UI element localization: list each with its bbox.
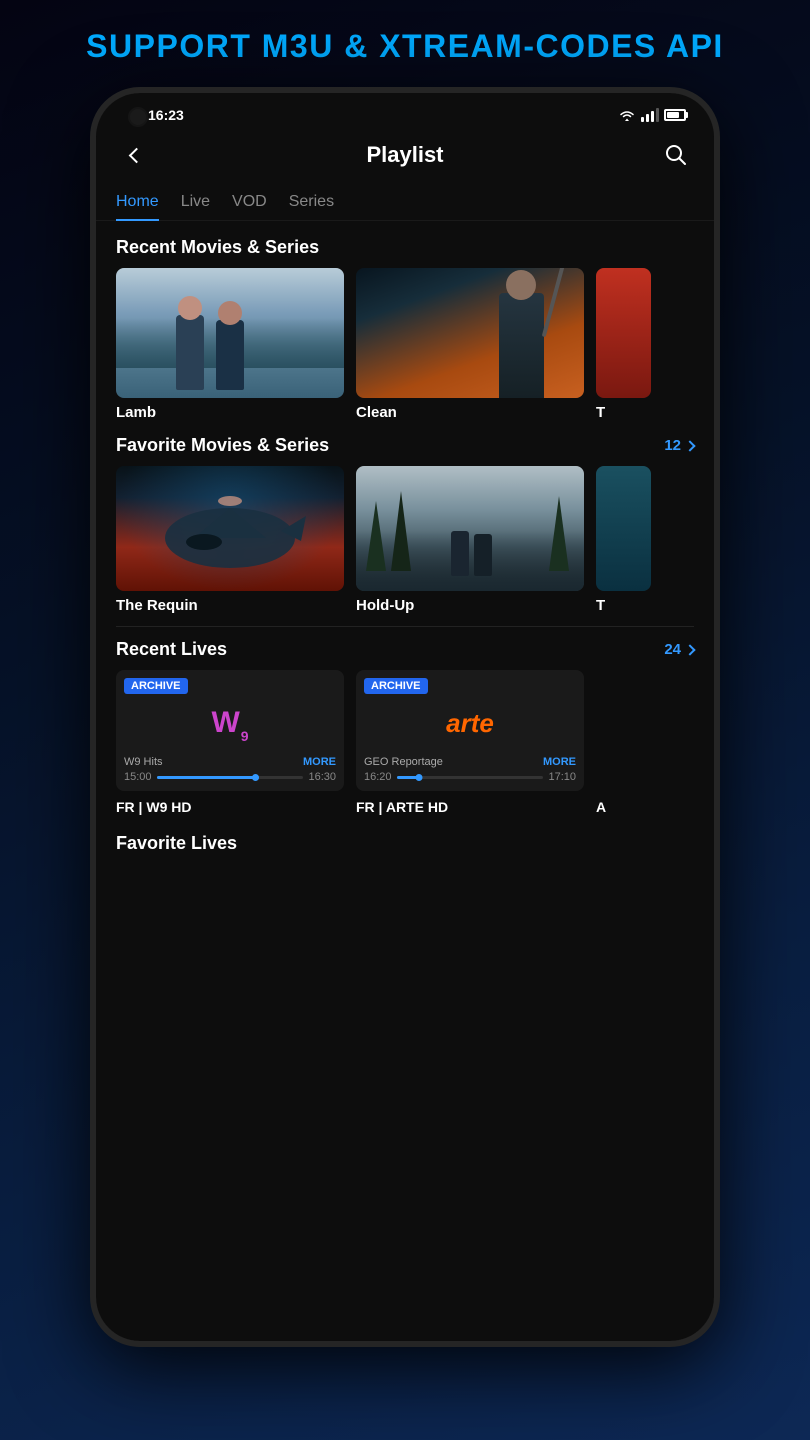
phone-mockup: 16:23 <box>90 87 720 1347</box>
arte-time-end: 17:10 <box>548 771 576 783</box>
section-recent-movies: Recent Movies & Series <box>96 221 714 421</box>
section-recent-lives: Recent Lives 24 ARCHIVE W 9 <box>96 639 714 815</box>
recent-lives-count: 24 <box>664 641 681 658</box>
tab-vod[interactable]: VOD <box>232 185 267 220</box>
recent-movies-row: Lamb Clean <box>96 268 714 421</box>
section-favorite-lives: Favorite Lives <box>96 833 714 874</box>
clean-title: Clean <box>356 404 584 421</box>
page-header-title: SUPPORT M3U & XTREAM-CODES API <box>20 28 790 65</box>
search-icon <box>665 144 687 166</box>
page-header: SUPPORT M3U & XTREAM-CODES API <box>0 0 810 87</box>
back-button[interactable] <box>116 137 152 173</box>
w9-channel-label: FR | W9 HD <box>116 799 344 815</box>
partial-channel-label: A <box>596 799 606 815</box>
recent-lives-count-link[interactable]: 24 <box>664 641 694 658</box>
section-recent-lives-title: Recent Lives <box>116 639 227 660</box>
movie-card-holdup[interactable]: Hold-Up <box>356 466 584 614</box>
arte-logo: arte <box>446 708 494 739</box>
requin-title: The Requin <box>116 597 344 614</box>
section-recent-movies-header: Recent Movies & Series <box>96 221 714 268</box>
live-channels-row: ARCHIVE W 9 W9 Hits MORE <box>96 670 714 791</box>
status-bar: 16:23 <box>96 93 714 129</box>
movie-card-clean[interactable]: Clean <box>356 268 584 421</box>
arte-archive-badge: ARCHIVE <box>364 678 428 694</box>
status-icons <box>618 108 686 122</box>
arte-progress-bar <box>397 776 544 779</box>
favorite-movies-row: The Requin <box>96 466 714 614</box>
arte-logo-area: arte <box>356 694 584 752</box>
w9-progress-bar <box>157 776 304 779</box>
tab-home[interactable]: Home <box>116 185 159 221</box>
channel-names-row: FR | W9 HD FR | ARTE HD A <box>96 791 714 815</box>
w9-more[interactable]: MORE <box>303 756 336 768</box>
favorite-count: 12 <box>664 437 681 454</box>
w9-info: W9 Hits MORE 15:00 16:30 <box>116 752 344 791</box>
nav-title: Playlist <box>366 142 443 168</box>
arte-more[interactable]: MORE <box>543 756 576 768</box>
arte-info: GEO Reportage MORE 16:20 17:10 <box>356 752 584 791</box>
section-recent-movies-title: Recent Movies & Series <box>116 237 319 257</box>
top-nav: Playlist <box>96 129 714 185</box>
search-button[interactable] <box>658 137 694 173</box>
tab-bar: Home Live VOD Series <box>96 185 714 221</box>
tab-series[interactable]: Series <box>289 185 334 220</box>
holdup-title: Hold-Up <box>356 597 584 614</box>
section-favorite-movies: Favorite Movies & Series 12 <box>96 435 714 627</box>
w9-logo: W <box>211 706 239 740</box>
lamb-thumbnail <box>116 268 344 398</box>
tab-live[interactable]: Live <box>181 185 210 220</box>
movie-card-partial-teal[interactable]: T <box>596 466 651 614</box>
partial-title: T <box>596 404 651 421</box>
w9-program: W9 Hits <box>124 756 163 768</box>
partial-teal-title: T <box>596 597 651 614</box>
section-recent-lives-header: Recent Lives 24 <box>96 639 714 670</box>
section-favorite-header: Favorite Movies & Series 12 <box>96 435 714 466</box>
w9-logo-area: W 9 <box>116 694 344 752</box>
partial-thumbnail <box>596 268 651 398</box>
movie-card-requin[interactable]: The Requin <box>116 466 344 614</box>
clean-thumbnail <box>356 268 584 398</box>
phone-screen: 16:23 <box>96 93 714 1341</box>
live-card-w9[interactable]: ARCHIVE W 9 W9 Hits MORE <box>116 670 344 791</box>
holdup-thumbnail <box>356 466 584 591</box>
chevron-right-icon <box>684 440 695 451</box>
arte-channel-label: FR | ARTE HD <box>356 799 584 815</box>
lamb-title: Lamb <box>116 404 344 421</box>
battery-icon <box>664 109 686 121</box>
movie-card-partial[interactable]: T <box>596 268 651 421</box>
app-scroll-content[interactable]: Playlist Home Live <box>96 129 714 1341</box>
section-favorite-lives-title: Favorite Lives <box>116 833 237 853</box>
favorite-count-link[interactable]: 12 <box>664 437 694 454</box>
signal-icon <box>641 108 659 122</box>
w9-archive-badge: ARCHIVE <box>124 678 188 694</box>
movie-card-lamb[interactable]: Lamb <box>116 268 344 421</box>
partial-teal-thumbnail <box>596 466 651 591</box>
w9-time-end: 16:30 <box>308 771 336 783</box>
w9-time-start: 15:00 <box>124 771 152 783</box>
requin-thumbnail <box>116 466 344 591</box>
chevron-right-lives-icon <box>684 644 695 655</box>
camera-notch <box>128 107 148 127</box>
arte-program: GEO Reportage <box>364 756 443 768</box>
section-favorite-title: Favorite Movies & Series <box>116 435 329 456</box>
wifi-icon <box>618 108 636 122</box>
live-card-arte[interactable]: ARCHIVE arte GEO Reportage MORE 16 <box>356 670 584 791</box>
arte-time-start: 16:20 <box>364 771 392 783</box>
